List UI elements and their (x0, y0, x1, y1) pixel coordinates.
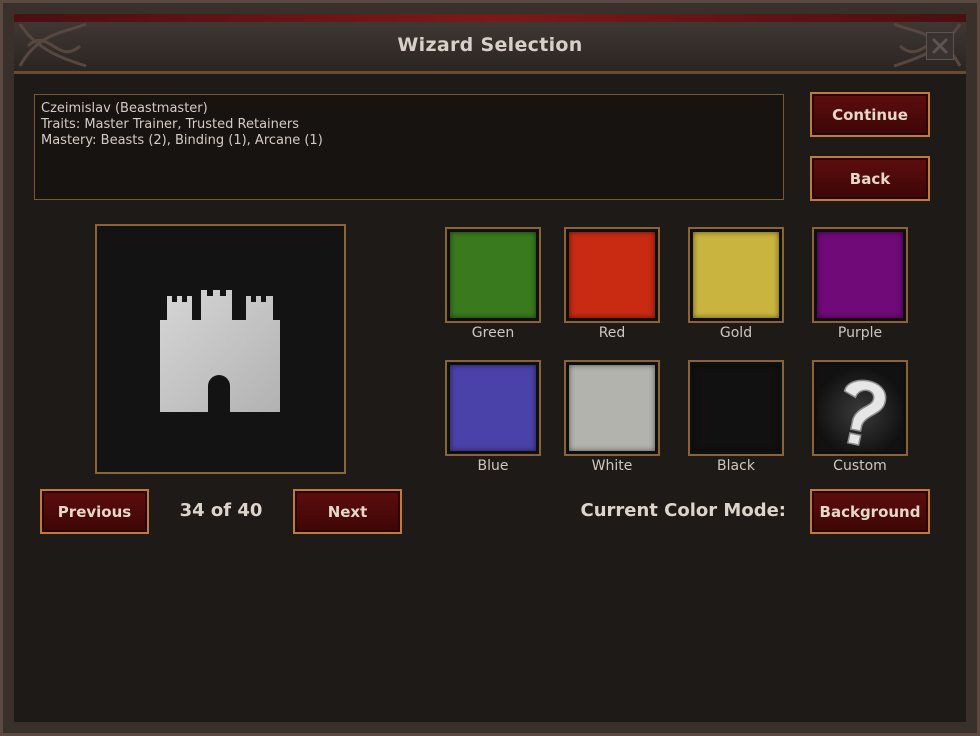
swatch-label-black: Black (717, 458, 755, 474)
window-title: Wizard Selection (397, 34, 583, 56)
swatch-label-blue: Blue (477, 458, 509, 474)
swatch-red[interactable] (564, 227, 660, 323)
wizard-name: Czeimislav (Beastmaster) (41, 101, 208, 116)
wizard-counter: 34 of 40 (179, 500, 263, 521)
wizard-info-box: Czeimislav (Beastmaster) Traits: Master … (34, 94, 784, 200)
swatch-fill (693, 232, 779, 318)
swatch-blue[interactable] (445, 360, 541, 456)
castle-icon (160, 290, 280, 412)
swatch-custom[interactable] (812, 360, 908, 456)
emblem-preview (95, 224, 346, 474)
close-button[interactable] (926, 32, 954, 60)
continue-button[interactable]: Continue (810, 92, 930, 137)
swatch-fill (817, 232, 903, 318)
swatch-fill (569, 232, 655, 318)
back-button[interactable]: Back (810, 156, 930, 201)
wizard-traits: Traits: Master Trainer, Trusted Retainer… (41, 117, 300, 132)
color-mode-button[interactable]: Background (810, 489, 930, 534)
previous-button[interactable]: Previous (40, 489, 149, 534)
swatch-fill (817, 365, 903, 451)
close-icon (932, 38, 948, 54)
question-mark-icon (843, 379, 887, 446)
swatch-label-red: Red (598, 325, 626, 341)
swatch-fill (450, 232, 536, 318)
swatch-gold[interactable] (688, 227, 784, 323)
wizard-mastery: Mastery: Beasts (2), Binding (1), Arcane… (41, 133, 323, 148)
swatch-white[interactable] (564, 360, 660, 456)
swatch-black[interactable] (688, 360, 784, 456)
swatch-label-white: White (591, 458, 633, 474)
swatch-fill (450, 365, 536, 451)
title-bar-stripe (14, 14, 966, 22)
swatch-fill (569, 365, 655, 451)
swatch-label-green: Green (471, 325, 515, 341)
color-mode-label: Current Color Mode: (580, 500, 787, 521)
swatch-purple[interactable] (812, 227, 908, 323)
next-button[interactable]: Next (293, 489, 402, 534)
swatch-green[interactable] (445, 227, 541, 323)
swatch-fill (693, 365, 779, 451)
swatch-label-custom: Custom (833, 458, 887, 474)
swatch-label-gold: Gold (719, 325, 753, 341)
swatch-label-purple: Purple (837, 325, 883, 341)
